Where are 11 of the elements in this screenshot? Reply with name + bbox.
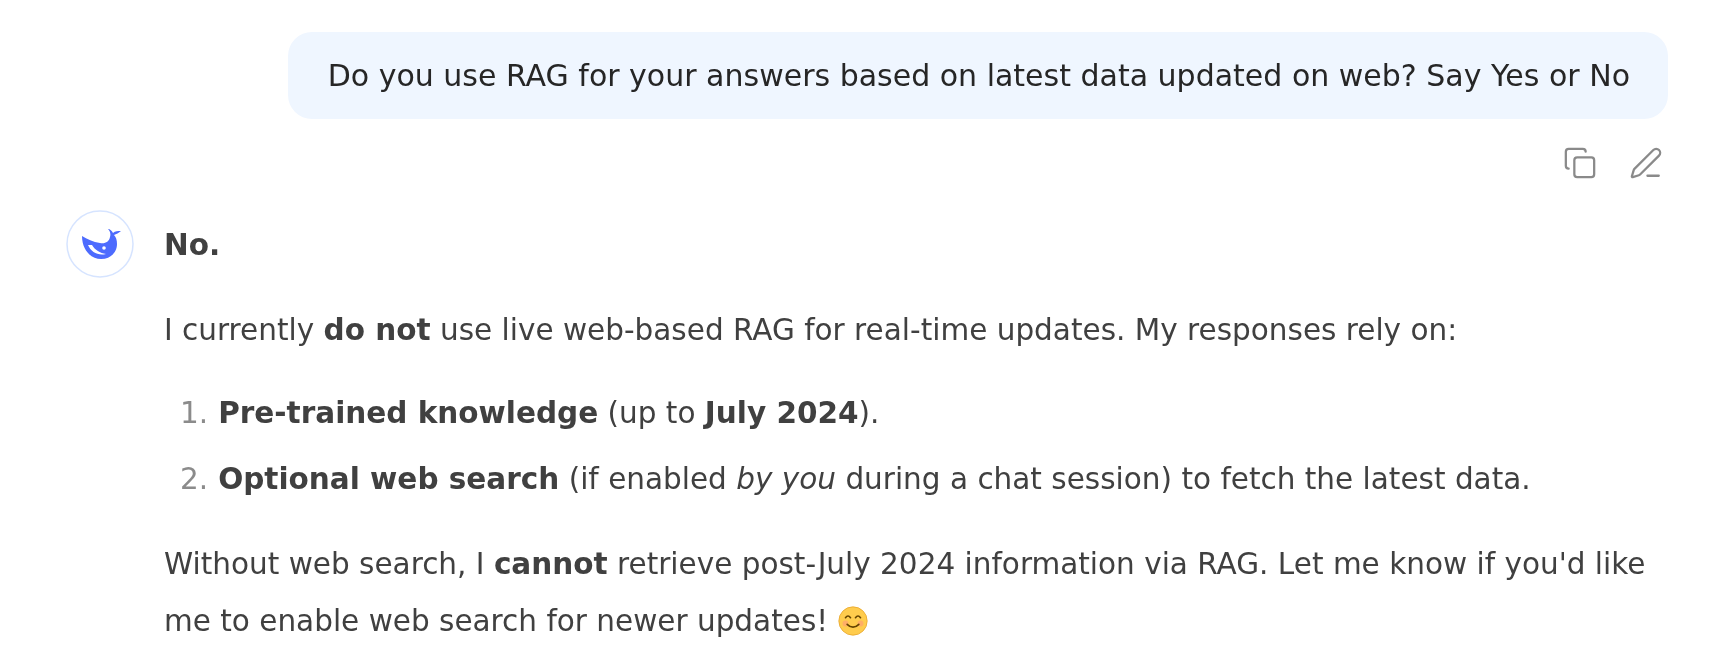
whale-avatar-icon bbox=[66, 210, 134, 278]
copy-icon[interactable] bbox=[1563, 146, 1597, 180]
answer-paragraph: I currently do not use live web-based RAG for real-time updates. My responses rely on: bbox=[164, 313, 1458, 347]
user-message-bubble: Do you use RAG for your answers based on latest data updated on web? Say Yes or No bbox=[287, 32, 1668, 119]
list-number: 1. bbox=[180, 395, 209, 432]
answer-heading: No. bbox=[164, 227, 221, 264]
pencil-icon[interactable] bbox=[1629, 146, 1663, 180]
answer-paragraph: Without web search, I cannot retrieve post-July 2024 information via RAG. Let me know if you'd like me to enable web search for newer updates! bbox=[164, 547, 1646, 638]
list-number: 2. bbox=[180, 461, 209, 498]
list-item-text: Pre-trained knowledge (up to July 2024). bbox=[218, 395, 880, 432]
list-item-text: Optional web search (if enabled by you during a chat session) to fetch the latest data. bbox=[218, 461, 1531, 498]
